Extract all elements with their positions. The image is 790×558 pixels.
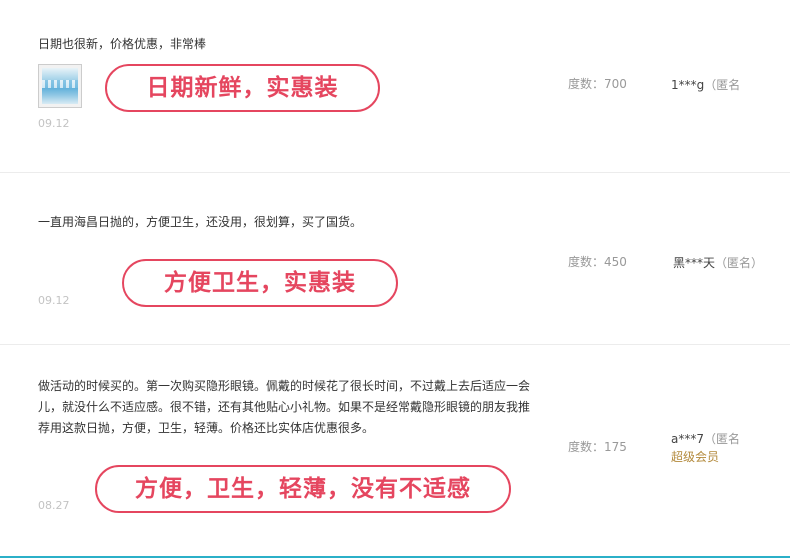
lens-degree: 度数：450: [568, 255, 627, 269]
vip-badge: 超级会员: [671, 450, 720, 464]
callout-annotation: 日期新鲜，实惠装: [105, 64, 380, 112]
reviewer-info: 1***g（匿名: [671, 76, 740, 93]
reviewer-name: 1***g: [671, 78, 705, 92]
callout-annotation: 方便卫生，实惠装: [122, 259, 398, 307]
review-date: 09.12: [38, 117, 70, 130]
review-date: 08.27: [38, 499, 70, 512]
reviewer-name: 黑***天: [673, 256, 716, 270]
review-text: 日期也很新，价格优惠，非常棒: [38, 37, 207, 51]
review-text-line: 做活动的时候买的。第一次购买隐形眼镜。佩戴的时候花了很长时间，不过戴上去后适应一…: [38, 379, 531, 393]
lens-degree: 度数：700: [568, 77, 627, 91]
lens-degree: 度数：175: [568, 440, 627, 454]
anonymous-tag: （匿名: [704, 432, 741, 446]
review-date: 09.12: [38, 294, 70, 307]
product-thumbnail[interactable]: [38, 64, 82, 108]
divider: [0, 344, 790, 345]
review-list-page: 日期也很新，价格优惠，非常棒 日期新鲜，实惠装 09.12 度数：700 1**…: [0, 0, 790, 558]
review-text: 一直用海昌日抛的，方便卫生，还没用，很划算，买了国货。: [38, 215, 363, 229]
reviewer-info: 黑***天（匿名）: [673, 254, 763, 271]
divider: [0, 172, 790, 173]
review-text: 做活动的时候买的。第一次购买隐形眼镜。佩戴的时候花了很长时间，不过戴上去后适应一…: [38, 376, 558, 439]
anonymous-tag: （匿名）: [715, 256, 764, 270]
reviewer-name: a***7: [671, 432, 704, 446]
reviewer-info: a***7（匿名: [671, 430, 740, 447]
product-thumbnail-image-icon: [42, 68, 78, 104]
anonymous-tag: （匿名: [704, 78, 741, 92]
review-text-line: 荐用这款日抛，方便，卫生，轻薄。价格还比实体店优惠很多。: [38, 421, 375, 435]
callout-annotation: 方便，卫生，轻薄，没有不适感: [95, 465, 511, 513]
review-text-line: 儿，就没什么不适应感。很不错，还有其他贴心小礼物。如果不是经常戴隐形眼镜的朋友我…: [38, 400, 531, 414]
